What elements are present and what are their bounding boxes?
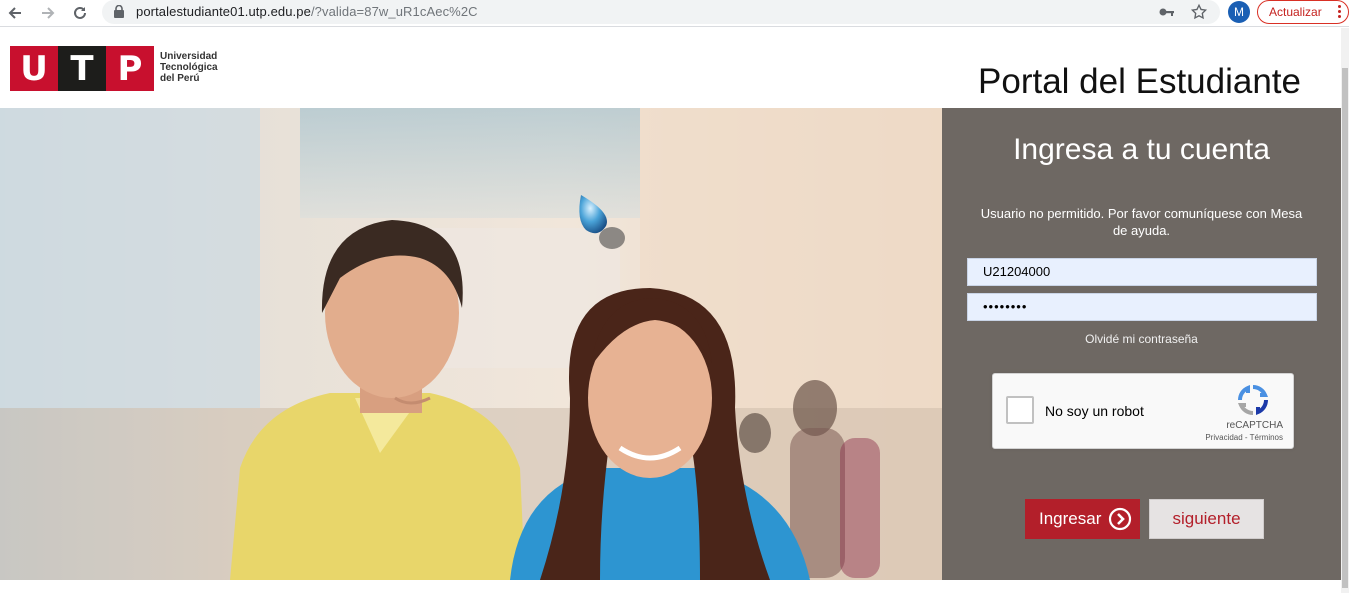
page-scrollbar[interactable] — [1341, 28, 1349, 593]
browser-toolbar: portalestudiante01.utp.edu.pe/?valida=87… — [0, 0, 1349, 27]
error-message: Usuario no permitido. Por favor comuníqu… — [980, 206, 1303, 238]
back-icon[interactable] — [4, 2, 26, 24]
logo-text: Universidad Tecnológica del Perú — [160, 51, 218, 84]
hero-photo — [0, 108, 942, 580]
login-panel: Ingresa a tu cuenta Usuario no permitido… — [942, 108, 1341, 580]
ingresar-button[interactable]: Ingresar — [1025, 499, 1140, 539]
recaptcha-checkbox[interactable] — [1006, 396, 1034, 424]
profile-avatar[interactable]: M — [1228, 1, 1250, 23]
forward-icon[interactable] — [37, 2, 59, 24]
url-text: portalestudiante01.utp.edu.pe/?valida=87… — [136, 4, 478, 19]
bookmark-star-icon[interactable] — [1190, 3, 1208, 21]
menu-dots-icon — [1338, 5, 1342, 20]
recaptcha-label: No soy un robot — [1045, 403, 1144, 419]
logo-letter-t: T — [58, 46, 106, 91]
scrollbar-thumb[interactable] — [1342, 68, 1348, 588]
siguiente-button[interactable]: siguiente — [1149, 499, 1264, 539]
students-photo-illustration — [0, 108, 942, 580]
reload-icon[interactable] — [69, 2, 91, 24]
login-title: Ingresa a tu cuenta — [1013, 133, 1270, 166]
page-title: Portal del Estudiante — [978, 62, 1301, 101]
update-button[interactable]: Actualizar — [1257, 0, 1349, 24]
recaptcha-widget: No soy un robot reCAPTCHA Privacidad - T… — [992, 373, 1294, 449]
logo-letter-u: U — [10, 46, 58, 91]
lock-icon — [114, 5, 124, 18]
ingresar-label: Ingresar — [1039, 509, 1102, 528]
recaptcha-logo-icon — [1237, 384, 1269, 416]
arrow-circle-icon — [1108, 507, 1132, 531]
password-field[interactable]: •••••••• — [967, 293, 1317, 321]
address-bar[interactable]: portalestudiante01.utp.edu.pe/?valida=87… — [102, 0, 1220, 24]
key-icon[interactable] — [1158, 3, 1176, 21]
logo-letter-p: P — [106, 46, 154, 91]
username-field[interactable]: U21204000 — [967, 258, 1317, 286]
recaptcha-links[interactable]: Privacidad - Términos — [1205, 433, 1283, 442]
forgot-password-link[interactable]: Olvidé mi contraseña — [942, 332, 1341, 346]
update-label: Actualizar — [1269, 5, 1322, 19]
utp-logo[interactable]: U T P Universidad Tecnológica del Perú — [10, 46, 218, 91]
recaptcha-brand: reCAPTCHA — [1226, 420, 1283, 431]
